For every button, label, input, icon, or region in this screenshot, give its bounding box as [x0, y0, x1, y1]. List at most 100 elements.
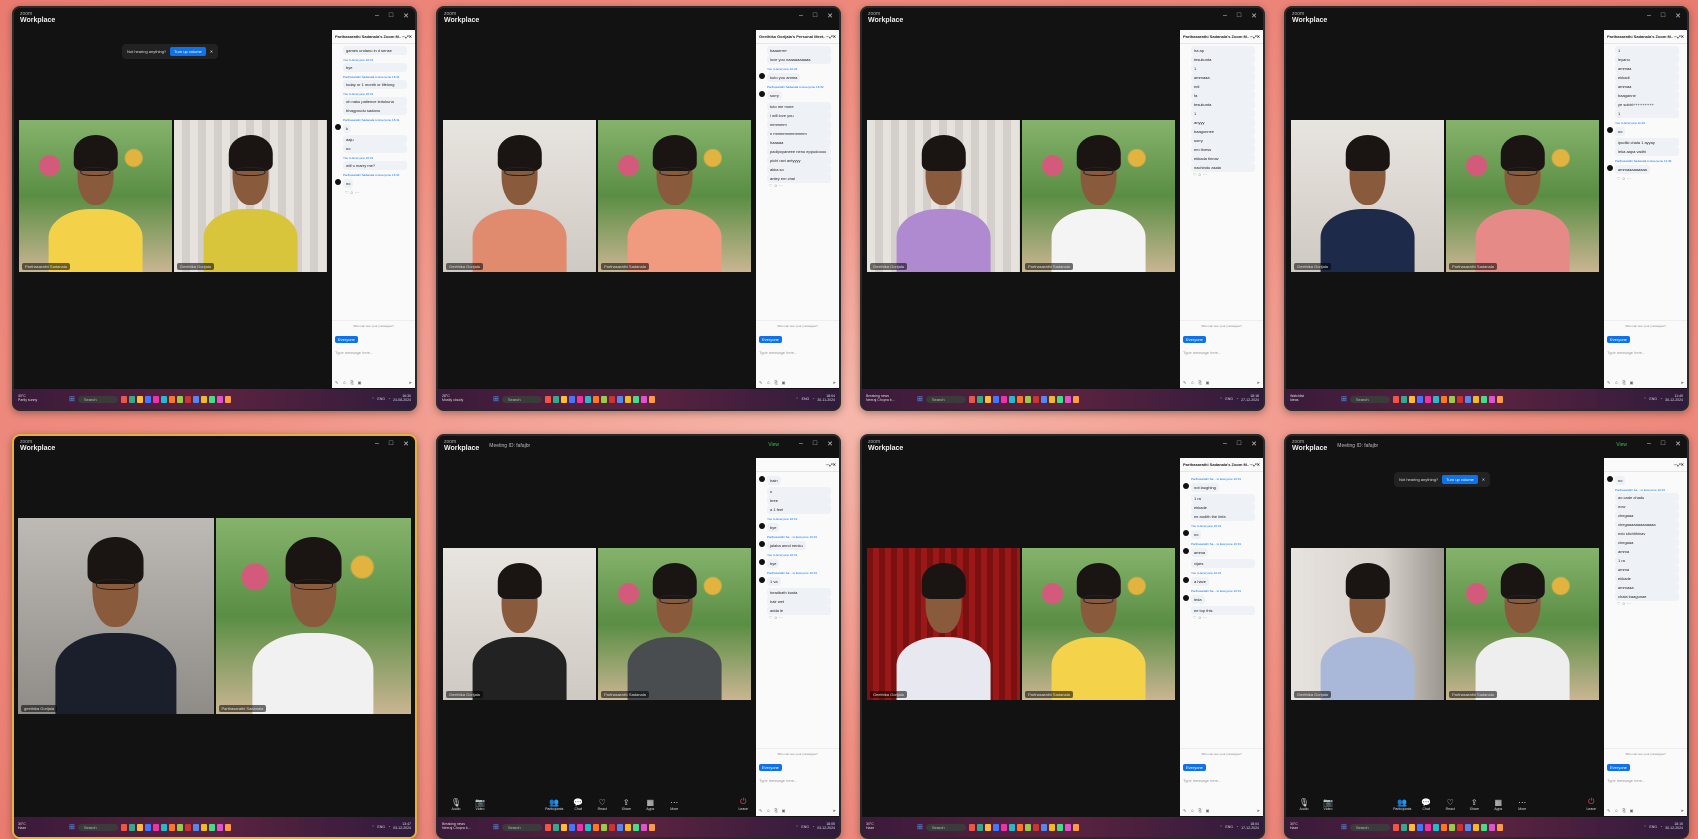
taskbar-app-icon[interactable]	[1016, 395, 1023, 403]
taskbar-app-icon[interactable]	[224, 823, 231, 831]
taskbar-app-icon[interactable]	[968, 395, 975, 403]
taskbar-app-icon[interactable]	[144, 395, 151, 403]
weather-widget[interactable]: 28°C Mostly cloudy	[442, 394, 472, 403]
chat-message[interactable]: ekkadi	[1615, 73, 1679, 82]
taskbar-app-icon[interactable]	[1488, 395, 1495, 403]
file-icon[interactable]: ⎘	[350, 380, 353, 385]
language-indicator[interactable]: ENG	[802, 397, 810, 401]
taskbar-app-icon[interactable]	[136, 395, 143, 403]
screenshot-icon[interactable]: ▣	[1206, 380, 1210, 385]
toolbar-react-button[interactable]: ♡ React	[592, 798, 612, 811]
maximize-icon[interactable]: □	[389, 440, 393, 448]
maximize-icon[interactable]: □	[813, 440, 817, 448]
chat-message[interactable]: bye	[343, 63, 407, 72]
chat-message[interactable]: amma	[1615, 547, 1679, 556]
taskbar-app-icon[interactable]	[120, 823, 127, 831]
chat-message[interactable]: not laughing	[1183, 483, 1260, 492]
taskbar-app-icon[interactable]	[1456, 395, 1463, 403]
chat-message[interactable]: hair wet	[767, 597, 831, 606]
chat-message[interactable]: chala baagunae	[1615, 592, 1679, 601]
taskbar-app-icon[interactable]	[128, 823, 135, 831]
visibility-note[interactable]: Who can see your messages?	[759, 324, 836, 328]
close-icon[interactable]: ✕	[1257, 462, 1260, 467]
screenshot-icon[interactable]: ▣	[358, 380, 362, 385]
emoji-icon[interactable]: ☺	[1190, 380, 1194, 385]
chat-message[interactable]: tesukunta	[1191, 55, 1255, 64]
taskbar-app-icon[interactable]	[200, 823, 207, 831]
taskbar-clock[interactable]: 18:18 27-12-2024	[1241, 394, 1259, 403]
video-tile[interactable]: Parthasarathi Sadanala	[19, 120, 172, 272]
chat-message[interactable]: pichi ravi antyyyy	[767, 156, 831, 165]
taskbar-search[interactable]: Search	[501, 823, 542, 831]
minimize-icon[interactable]: –	[1647, 440, 1651, 448]
chat-message[interactable]: ha ap	[1191, 46, 1255, 55]
taskbar-app-icon[interactable]	[1056, 395, 1063, 403]
taskbar-clock[interactable]: 18:15 30-12-2024	[1665, 822, 1683, 831]
taskbar-app-icon[interactable]	[976, 395, 983, 403]
taskbar-app-icon[interactable]	[616, 395, 623, 403]
chat-message[interactable]: k	[335, 124, 412, 133]
reaction-icons[interactable]: ♡ ☺ ⋯	[769, 615, 836, 620]
screenshot-icon[interactable]: ▣	[1206, 808, 1210, 813]
taskbar-app-icon[interactable]	[600, 823, 607, 831]
windows-start-icon[interactable]: ⊞	[1341, 395, 1347, 403]
taskbar-app-icon[interactable]	[1072, 395, 1079, 403]
taskbar-search[interactable]: Search	[1349, 395, 1390, 403]
taskbar-app-icon[interactable]	[1496, 395, 1503, 403]
video-tile[interactable]: Parthasarathi Sadanala	[598, 548, 751, 700]
message-input[interactable]: Type message here...	[759, 350, 836, 355]
weather-widget[interactable]: Breaking news Neeraj Chopra b...	[866, 394, 896, 403]
video-tile[interactable]: Parthasarathi Sadanala	[1022, 120, 1175, 272]
language-indicator[interactable]: ENG	[801, 825, 809, 829]
taskbar-app-icon[interactable]	[136, 823, 143, 831]
taskbar-app-icon[interactable]	[576, 823, 583, 831]
wifi-icon[interactable]: ◔	[388, 825, 390, 829]
chevron-up-icon[interactable]: ⌃	[1219, 397, 1222, 401]
visibility-note[interactable]: Who can see your messages?	[1183, 324, 1260, 328]
taskbar-app-icon[interactable]	[160, 823, 167, 831]
close-icon[interactable]: ✕	[1675, 440, 1681, 448]
chat-message[interactable]: mmmmm	[767, 120, 831, 129]
chat-message[interactable]: tuto me more	[767, 102, 831, 111]
taskbar-app-icon[interactable]	[1440, 395, 1447, 403]
emoji-icon[interactable]: ☺	[766, 808, 770, 813]
chat-message[interactable]: ammaaa	[1191, 73, 1255, 82]
taskbar-app-icon[interactable]	[1448, 823, 1455, 831]
taskbar-app-icon[interactable]	[584, 395, 591, 403]
chat-message[interactable]: ipudiki chala 1 ayyay	[1615, 138, 1679, 147]
visibility-note[interactable]: Who can see your messages?	[335, 324, 412, 328]
reaction-icons[interactable]: ♡ ☺ ⋯	[1193, 172, 1260, 177]
chat-message[interactable]: kuto you amma	[759, 73, 836, 82]
emoji-icon[interactable]: ☺	[1614, 380, 1618, 385]
chat-message[interactable]: ammaaa	[1615, 583, 1679, 592]
close-icon[interactable]: ✕	[1681, 462, 1684, 467]
taskbar-app-icon[interactable]	[1408, 823, 1415, 831]
chat-message[interactable]: oh naku patience ledukuna	[343, 97, 407, 106]
emoji-icon[interactable]: ☺	[766, 380, 770, 385]
chat-message[interactable]: ekkade	[1615, 574, 1679, 583]
taskbar-app-icon[interactable]	[1432, 823, 1439, 831]
taskbar-app-icon[interactable]	[1448, 395, 1455, 403]
send-icon[interactable]: ➤	[833, 808, 836, 813]
chat-message[interactable]: 1	[1191, 64, 1255, 73]
message-input[interactable]: Type message here...	[1607, 350, 1684, 355]
chevron-up-icon[interactable]: ⌃	[371, 825, 374, 829]
file-icon[interactable]: ⎘	[774, 380, 777, 385]
screenshot-icon[interactable]: ▣	[1630, 380, 1634, 385]
minimize-icon[interactable]: –	[375, 440, 379, 448]
taskbar-clock[interactable]: 18:04 17-12-2024	[1241, 822, 1259, 831]
chat-message[interactable]: sorry	[759, 91, 836, 100]
taskbar-app-icon[interactable]	[1072, 823, 1079, 831]
message-input[interactable]: Type message here...	[759, 778, 836, 783]
chat-message[interactable]: hain	[759, 476, 836, 485]
taskbar-app-icon[interactable]	[984, 395, 991, 403]
close-icon[interactable]: ✕	[1482, 477, 1485, 482]
taskbar-app-icon[interactable]	[1496, 823, 1503, 831]
taskbar-app-icon[interactable]	[176, 395, 183, 403]
chat-message[interactable]: 1 ra	[1191, 494, 1255, 503]
language-indicator[interactable]: ENG	[1649, 397, 1657, 401]
toolbar-video-button[interactable]: 📷 Video	[1318, 798, 1338, 811]
taskbar-app-icon[interactable]	[544, 823, 551, 831]
chat-message[interactable]: bye	[759, 523, 836, 532]
taskbar-search[interactable]: Search	[77, 823, 118, 831]
